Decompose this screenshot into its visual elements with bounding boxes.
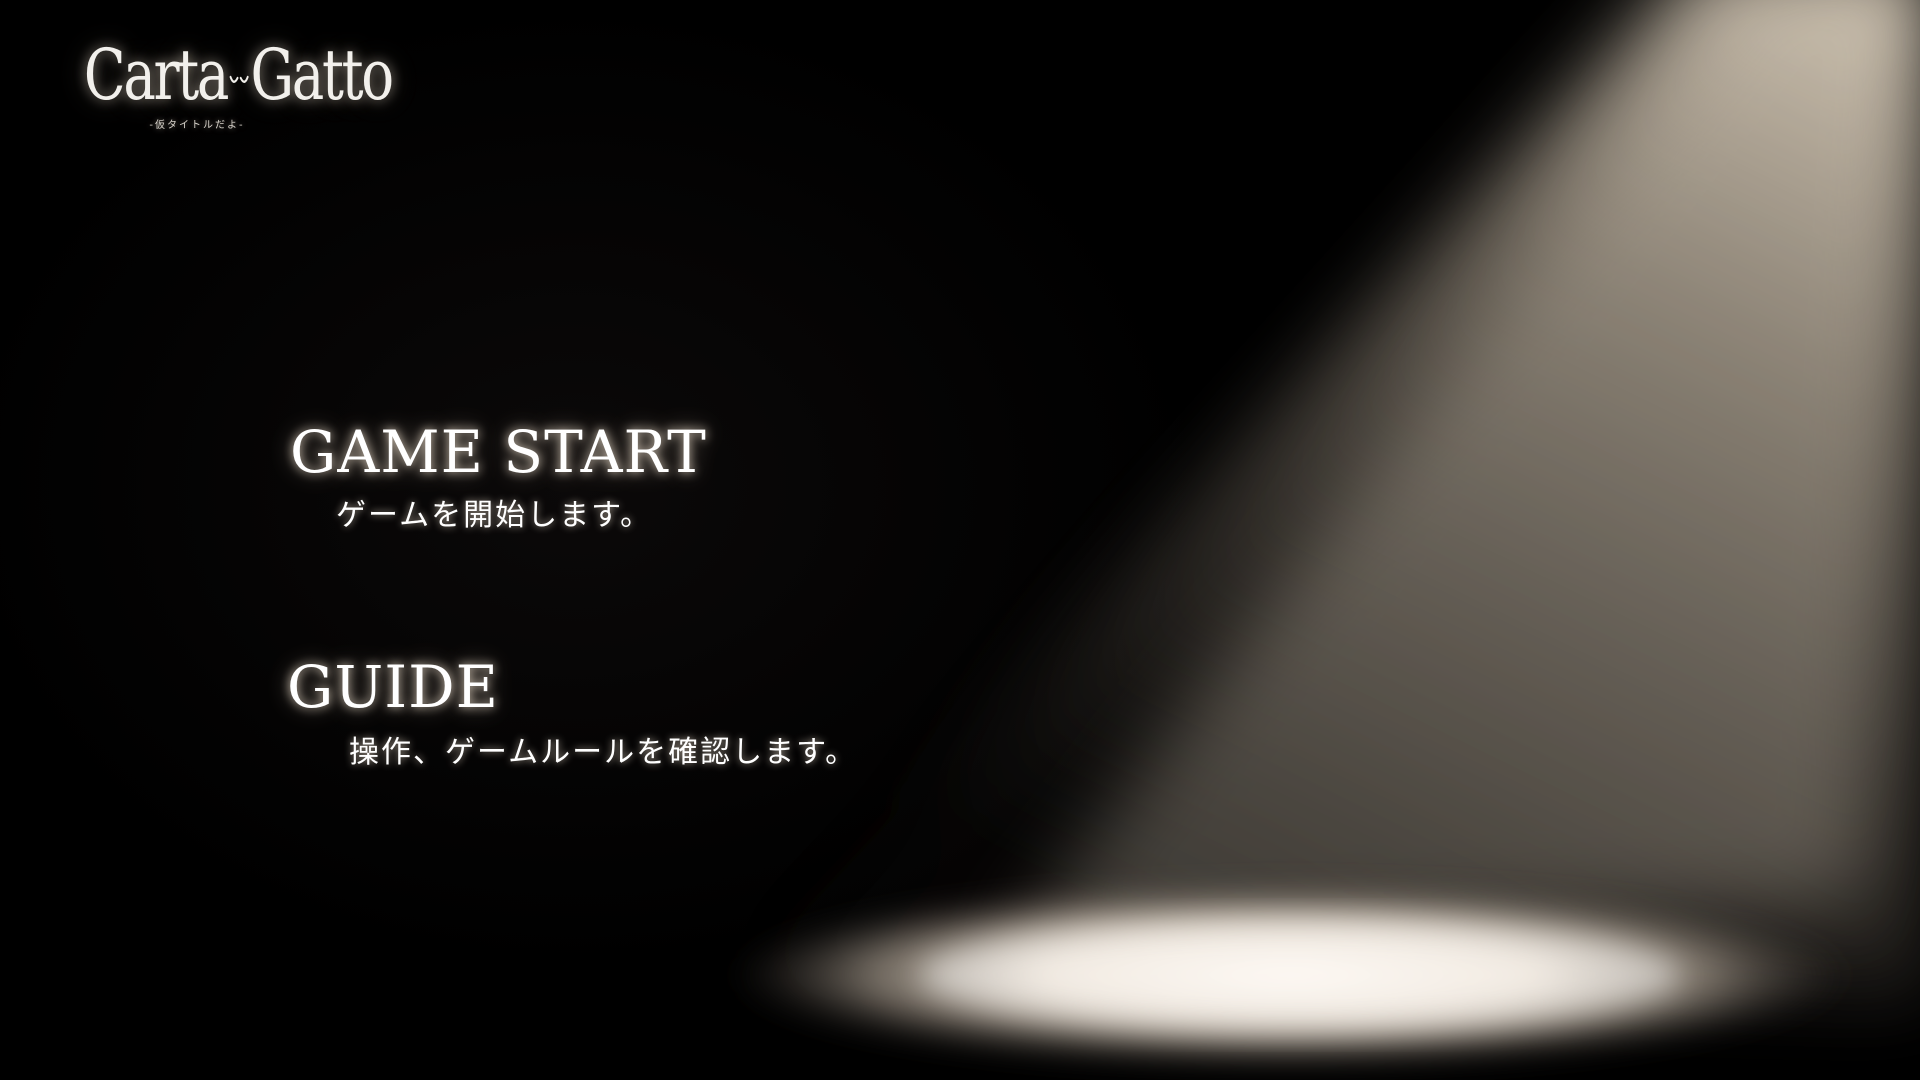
logo-title-right: Gatto [250,34,395,116]
cat-eyes-icon [229,75,249,83]
game-start-button[interactable]: GAME START ゲームを開始します。 [290,418,707,534]
game-start-label: GAME START [290,418,707,486]
title-screen: Carta Gatto -仮タイトルだよ- GAME START ゲームを開始し… [0,0,1920,1080]
game-logo: Carta Gatto -仮タイトルだよ- [52,34,394,131]
guide-button[interactable]: GUIDE 操作、ゲームルールを確認します。 [287,653,857,771]
logo-title-left: Carta [83,34,230,116]
guide-description: 操作、ゲームルールを確認します。 [349,735,858,770]
logo-subtitle: -仮タイトルだよ- [149,120,245,131]
game-start-description: ゲームを開始します。 [336,498,653,533]
logo-title: Carta Gatto [83,34,394,116]
spotlight-beam [730,0,1920,1067]
guide-label: GUIDE [287,653,499,721]
